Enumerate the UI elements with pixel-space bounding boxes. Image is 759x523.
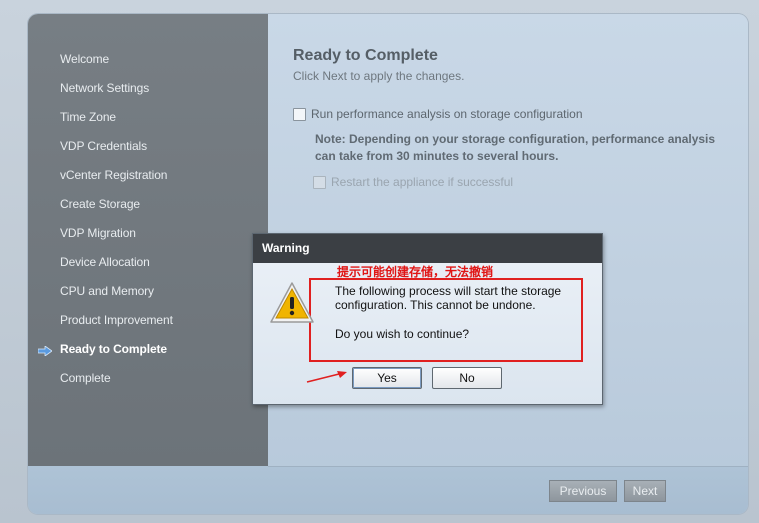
- footer-divider: [268, 466, 748, 467]
- sidebar-item-cpu-and-memory[interactable]: CPU and Memory: [60, 284, 154, 298]
- restart-appliance-label: Restart the appliance if successful: [331, 175, 514, 189]
- sidebar-item-welcome[interactable]: Welcome: [60, 52, 109, 66]
- sidebar-item-vdp-credentials[interactable]: VDP Credentials: [60, 139, 147, 153]
- sidebar-item-vcenter-registration[interactable]: vCenter Registration: [60, 168, 167, 182]
- next-button[interactable]: Next: [624, 480, 666, 502]
- annotation-arrow-icon: [306, 371, 347, 383]
- perf-analysis-label[interactable]: Run performance analysis on storage conf…: [311, 107, 583, 121]
- dialog-message-line2: configuration. This cannot be undone.: [335, 298, 536, 312]
- sidebar-item-complete[interactable]: Complete: [60, 371, 111, 385]
- page-title: Ready to Complete: [293, 47, 438, 64]
- dialog-message-line1: The following process will start the sto…: [335, 284, 562, 298]
- dialog-message: The following process will start the sto…: [335, 284, 590, 312]
- page-subtitle: Click Next to apply the changes.: [293, 69, 465, 83]
- sidebar-item-product-improvement[interactable]: Product Improvement: [60, 313, 173, 327]
- warning-dialog: Warning 提示可能创建存储，无法撤销 The following proc…: [252, 233, 603, 405]
- no-button[interactable]: No: [432, 367, 502, 389]
- restart-appliance-checkbox[interactable]: [313, 176, 326, 189]
- storage-note: Note: Depending on your storage configur…: [315, 132, 716, 163]
- right-arrow-icon: [38, 346, 52, 356]
- sidebar-item-network-settings[interactable]: Network Settings: [60, 81, 149, 95]
- warning-triangle-icon: [270, 282, 314, 323]
- sidebar-item-create-storage[interactable]: Create Storage: [60, 197, 140, 211]
- previous-button[interactable]: Previous: [549, 480, 617, 502]
- yes-button[interactable]: Yes: [352, 367, 422, 389]
- dialog-title: Warning: [253, 234, 602, 263]
- sidebar-item-vdp-migration[interactable]: VDP Migration: [60, 226, 136, 240]
- dialog-question: Do you wish to continue?: [335, 327, 470, 341]
- sidebar: Welcome Network Settings Time Zone VDP C…: [28, 14, 268, 466]
- sidebar-item-time-zone[interactable]: Time Zone: [60, 110, 116, 124]
- sidebar-item-ready-to-complete[interactable]: Ready to Complete: [60, 342, 167, 356]
- perf-analysis-checkbox[interactable]: [293, 108, 306, 121]
- sidebar-item-device-allocation[interactable]: Device Allocation: [60, 255, 150, 269]
